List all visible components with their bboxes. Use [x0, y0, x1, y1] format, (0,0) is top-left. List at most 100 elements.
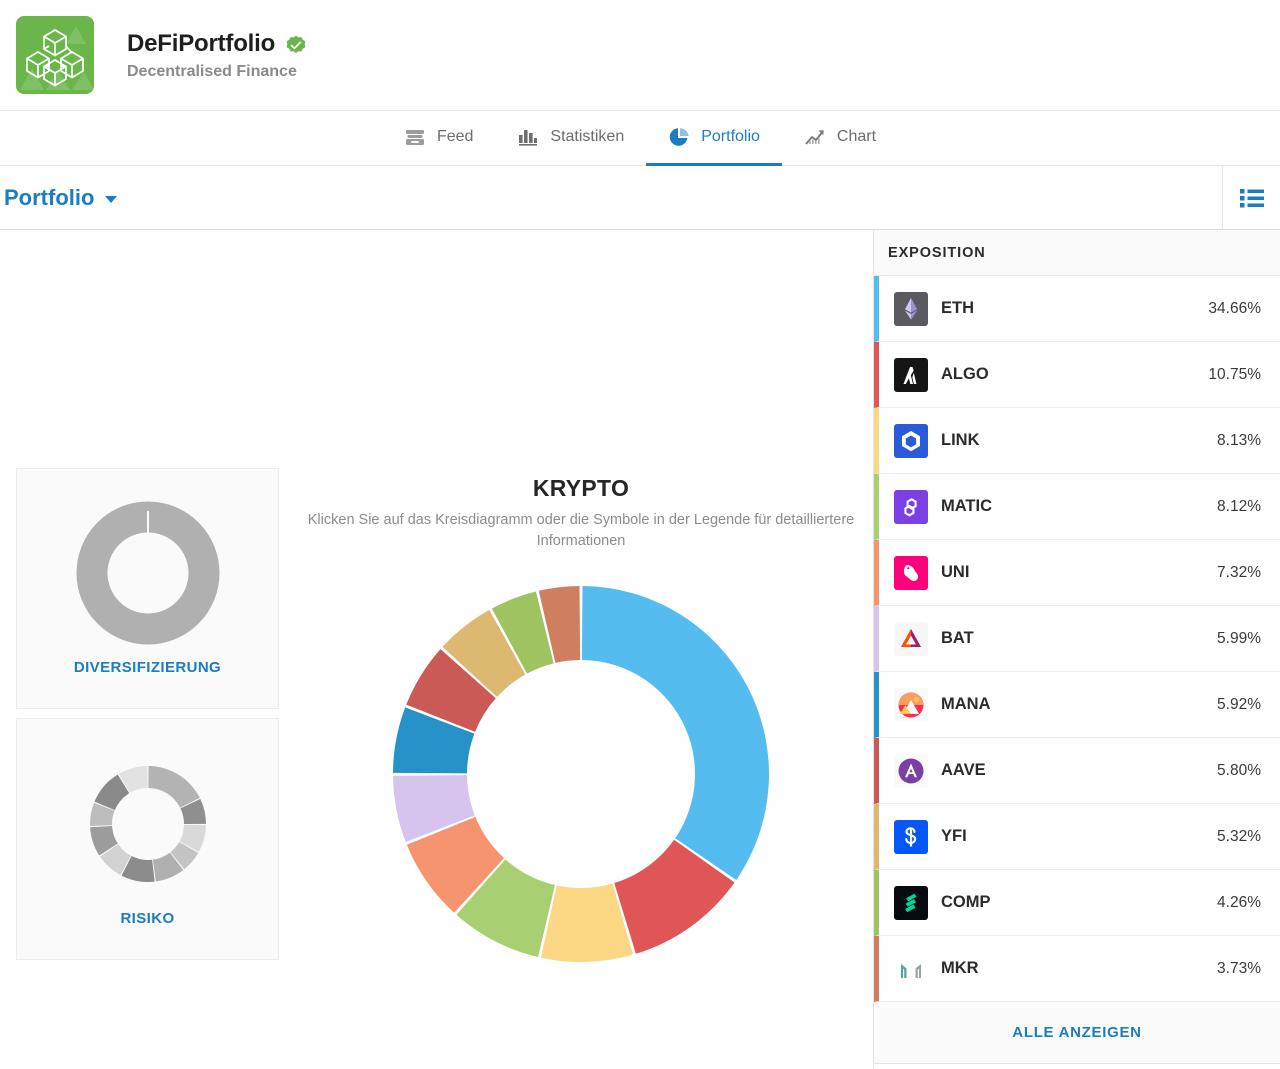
coin-percentage: 10.75%: [1208, 365, 1261, 383]
exposition-row-algo[interactable]: ALGO 10.75%: [874, 342, 1280, 408]
yfi-icon: [894, 819, 928, 854]
comp-icon: [894, 885, 928, 920]
blockchain-cubes-icon: [20, 26, 94, 90]
exposition-row-uni[interactable]: UNI 7.32%: [874, 540, 1280, 606]
main-tabbar: Feed Statistiken Portfolio Chart: [0, 111, 1280, 166]
bat-icon: [894, 621, 928, 656]
app-name: DeFiPortfolio: [127, 29, 276, 57]
pie-slice-eth[interactable]: [581, 586, 769, 881]
mana-icon: [894, 687, 928, 722]
bat-icon: [894, 621, 928, 656]
bar-chart-icon: [517, 126, 539, 148]
portfolio-selector-label: Portfolio: [4, 184, 95, 210]
coin-symbol: YFI: [941, 827, 967, 845]
comp-icon: [894, 885, 928, 920]
coin-symbol: UNI: [941, 563, 970, 581]
portfolio-selector[interactable]: Portfolio: [0, 184, 118, 211]
coin-percentage: 7.32%: [1217, 563, 1261, 581]
portfolio-body: DIVERSIFIZIERUNG RISIKO KRYPTO Klicken S…: [0, 230, 1280, 1069]
matic-icon: [894, 489, 928, 524]
coin-symbol: MANA: [941, 695, 991, 713]
diversification-card[interactable]: DIVERSIFIZIERUNG: [16, 468, 279, 709]
aave-icon: [894, 753, 928, 788]
algo-icon: [894, 357, 928, 392]
left-pane: DIVERSIFIZIERUNG RISIKO KRYPTO Klicken S…: [0, 230, 874, 1069]
matic-icon: [894, 489, 928, 524]
coin-percentage: 34.66%: [1208, 299, 1261, 317]
krypto-title: KRYPTO: [532, 475, 630, 501]
exposition-row-mana[interactable]: MANA 5.92%: [874, 672, 1280, 738]
trend-up-icon: [804, 126, 826, 148]
exposition-row-eth[interactable]: ETH 34.66%: [874, 276, 1280, 342]
coin-percentage: 5.99%: [1217, 629, 1261, 647]
chevron-down-icon: [105, 196, 118, 203]
link-icon: [894, 423, 928, 458]
mana-icon: [894, 687, 928, 722]
exposition-row-comp[interactable]: COMP 4.26%: [874, 870, 1280, 936]
mkr-icon: [894, 951, 928, 986]
krypto-chart-block: KRYPTO Klicken Sie auf das Kreisdiagramm…: [296, 475, 866, 964]
uni-icon: [894, 555, 928, 590]
coin-symbol: ALGO: [941, 365, 989, 383]
eth-icon: [894, 291, 928, 326]
coin-symbol: COMP: [941, 893, 991, 911]
app-subtitle: Decentralised Finance: [127, 62, 297, 80]
krypto-donut-chart[interactable]: [391, 584, 771, 964]
coin-symbol: MKR: [941, 959, 979, 977]
link-icon: [894, 423, 928, 458]
aave-icon: [894, 753, 928, 788]
diversification-label: DIVERSIFIZIERUNG: [73, 659, 222, 676]
risk-label: RISIKO: [120, 909, 175, 927]
tab-statistiken-label: Statistiken: [550, 128, 625, 145]
coin-percentage: 5.32%: [1217, 827, 1261, 845]
exposition-row-aave[interactable]: AAVE 5.80%: [874, 738, 1280, 804]
tab-statistiken[interactable]: Statistiken: [495, 111, 646, 166]
tab-feed[interactable]: Feed: [382, 111, 495, 166]
coin-symbol: AAVE: [941, 761, 986, 779]
exposition-pane: EXPOSITION ETH 34.66% ALGO 10.75% LINK 8.13…: [874, 230, 1280, 1069]
coin-symbol: LINK: [941, 431, 980, 449]
exposition-list: ETH 34.66% ALGO 10.75% LINK 8.13% MATIC 8.12…: [874, 276, 1280, 1002]
coin-percentage: 8.13%: [1217, 431, 1261, 449]
show-all-button[interactable]: ALLE ANZEIGEN: [874, 1002, 1280, 1064]
diversification-donut: [76, 501, 219, 645]
exposition-row-matic[interactable]: MATIC 8.12%: [874, 474, 1280, 540]
exposition-row-mkr[interactable]: MKR 3.73%: [874, 936, 1280, 1002]
list-view-icon: [1239, 188, 1264, 207]
exposition-row-link[interactable]: LINK 8.13%: [874, 408, 1280, 474]
coin-percentage: 4.26%: [1217, 893, 1261, 911]
coin-symbol: MATIC: [941, 497, 993, 515]
app-header: DeFiPortfolio Decentralised Finance: [0, 0, 1280, 111]
tab-portfolio[interactable]: Portfolio: [646, 111, 782, 166]
uni-icon: [894, 555, 928, 590]
portfolio-subbar: Portfolio: [0, 166, 1280, 230]
risk-donut: [89, 765, 206, 882]
tab-chart[interactable]: Chart: [782, 111, 898, 166]
feed-icon: [404, 126, 426, 148]
verified-badge-icon: [286, 34, 306, 54]
krypto-description: Klicken Sie auf das Kreisdiagramm oder d…: [307, 512, 855, 550]
risk-card[interactable]: RISIKO: [16, 718, 279, 960]
tab-feed-label: Feed: [436, 128, 474, 145]
coin-percentage: 5.92%: [1217, 695, 1261, 713]
risk-segment-0: [147, 765, 200, 808]
coin-percentage: 8.12%: [1217, 497, 1261, 515]
pie-chart-icon: [668, 126, 690, 148]
tab-portfolio-label: Portfolio: [701, 128, 760, 145]
coin-percentage: 3.73%: [1217, 959, 1261, 977]
app-title-group: DeFiPortfolio Decentralised Finance: [127, 30, 306, 81]
coin-symbol: BAT: [941, 629, 974, 647]
eth-icon: [894, 291, 928, 326]
exposition-row-bat[interactable]: BAT 5.99%: [874, 606, 1280, 672]
tab-chart-label: Chart: [836, 128, 877, 145]
yfi-icon: [894, 819, 928, 854]
exposition-row-yfi[interactable]: YFI 5.32%: [874, 804, 1280, 870]
app-name-row: DeFiPortfolio: [127, 30, 306, 58]
algo-icon: [894, 357, 928, 392]
list-view-toggle[interactable]: [1222, 166, 1280, 229]
coin-percentage: 5.80%: [1217, 761, 1261, 779]
exposition-header: EXPOSITION: [874, 230, 1280, 276]
app-logo: [16, 16, 94, 94]
coin-symbol: ETH: [941, 299, 974, 317]
mkr-icon: [894, 951, 928, 986]
